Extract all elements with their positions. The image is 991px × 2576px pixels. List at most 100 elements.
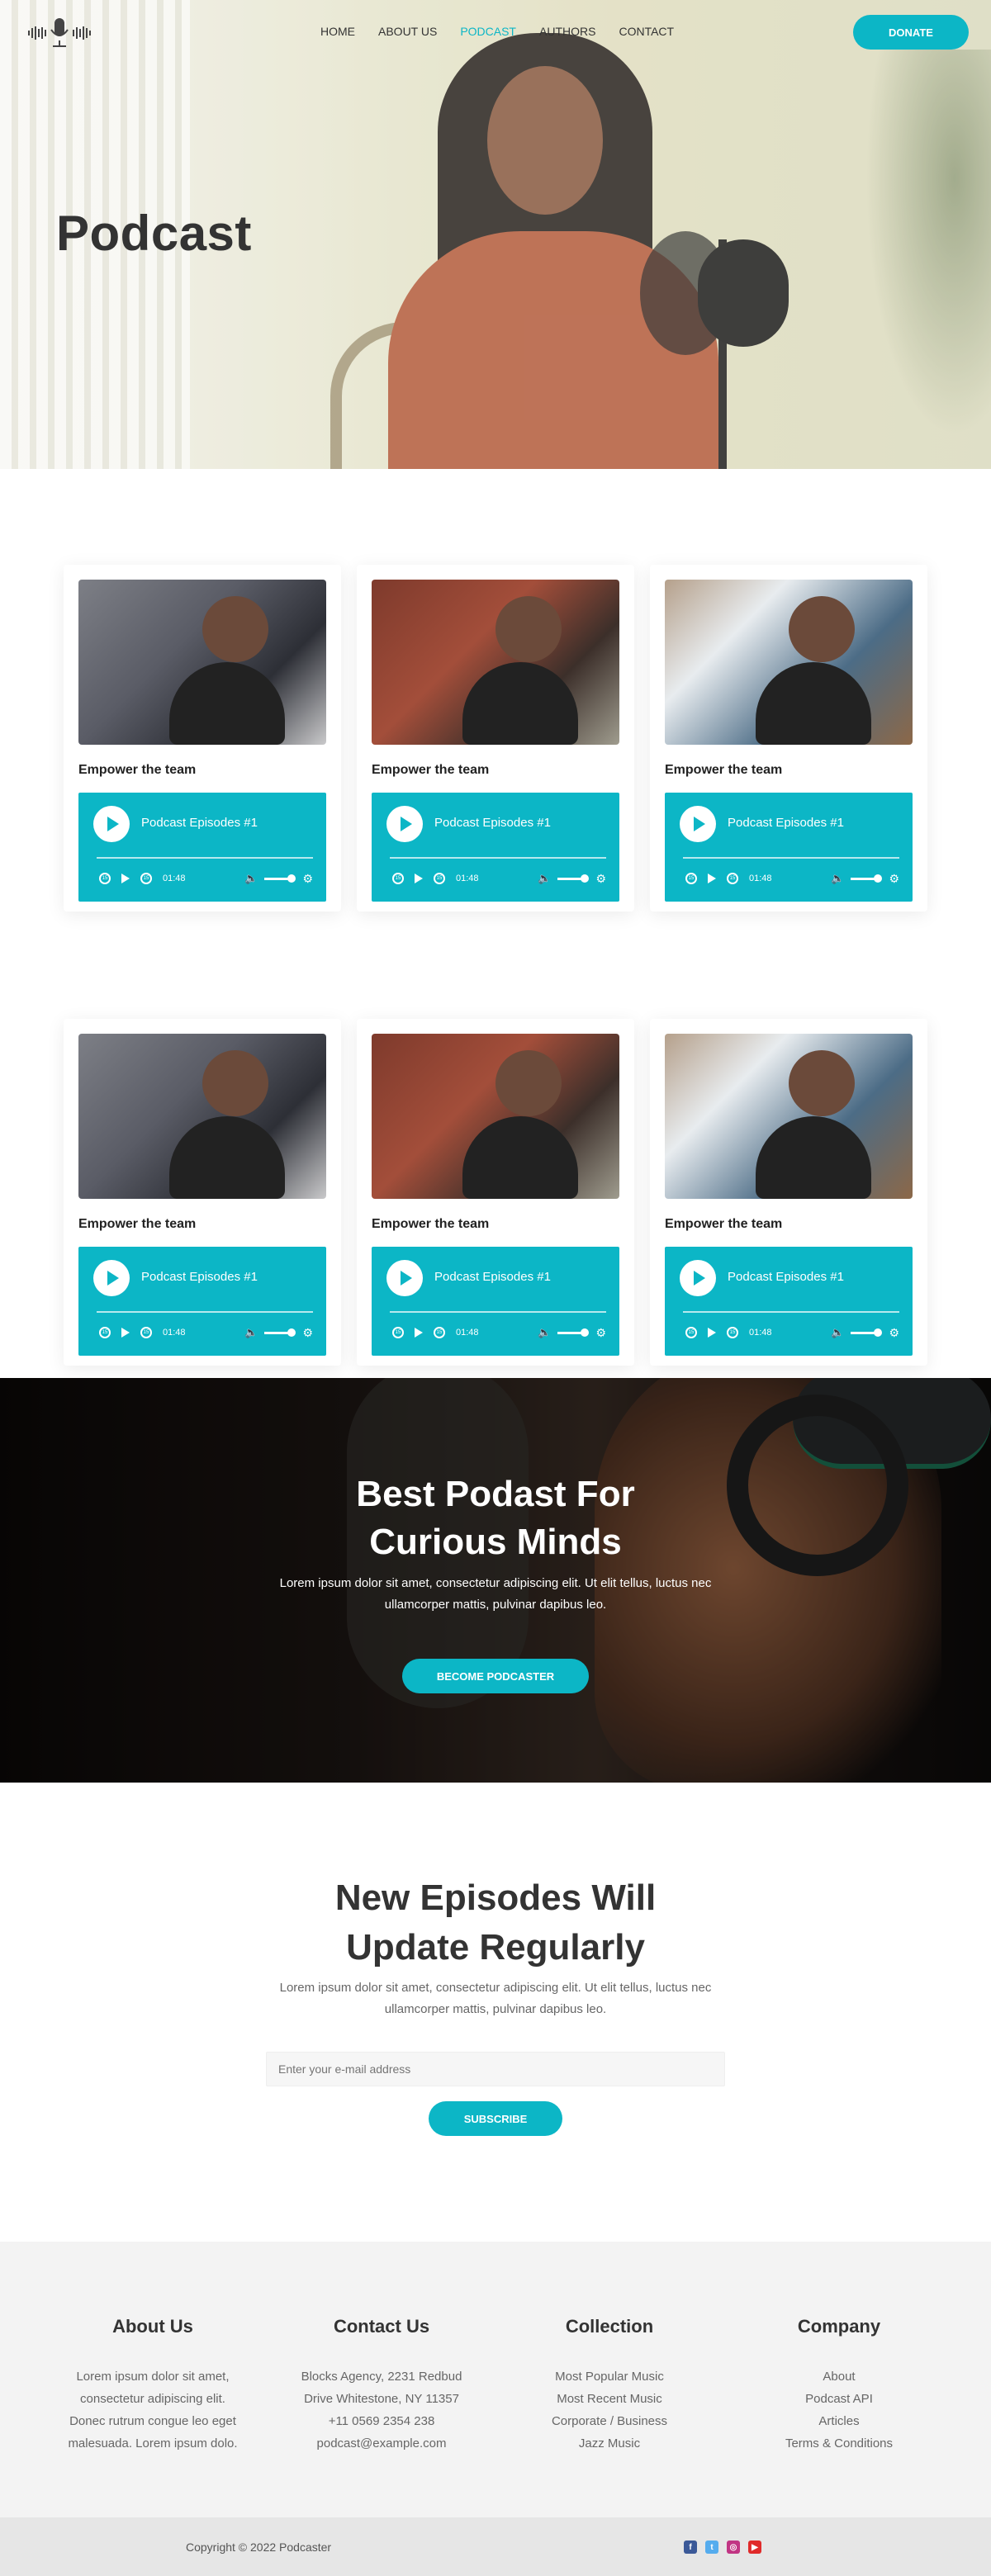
- youtube-icon[interactable]: ▶: [748, 2540, 761, 2554]
- nav-podcast[interactable]: PODCAST: [460, 25, 516, 38]
- gear-icon[interactable]: ⚙: [889, 1326, 899, 1340]
- progress-bar[interactable]: [683, 1311, 899, 1313]
- rewind-icon[interactable]: 15: [685, 1327, 697, 1338]
- nav-home[interactable]: HOME: [320, 25, 355, 38]
- copyright-text: Copyright © 2022 Podcaster: [186, 2540, 332, 2554]
- become-podcaster-button[interactable]: BECOME PODCASTER: [402, 1659, 589, 1693]
- gear-icon[interactable]: ⚙: [302, 872, 313, 886]
- volume-icon[interactable]: 🔈: [538, 1326, 551, 1339]
- episode-title[interactable]: Empower the team: [78, 1217, 196, 1232]
- episode-card: Empower the team Podcast Episodes #1 15 15 0…: [64, 1019, 341, 1366]
- instagram-icon[interactable]: ◎: [727, 2540, 740, 2554]
- footer-link[interactable]: Podcast API: [732, 2388, 946, 2410]
- footer-link[interactable]: Articles: [732, 2410, 946, 2432]
- episode-thumbnail[interactable]: [78, 1034, 326, 1199]
- promo-title: Best Podast For Curious Minds: [356, 1474, 635, 1562]
- episode-name: Podcast Episodes #1: [434, 816, 551, 830]
- episode-thumbnail[interactable]: [665, 580, 913, 745]
- time-readout: 01:48: [749, 874, 772, 883]
- forward-icon[interactable]: 15: [727, 873, 738, 884]
- episode-thumbnail[interactable]: [78, 580, 326, 745]
- volume-icon[interactable]: 🔈: [831, 872, 844, 885]
- play-button[interactable]: [93, 1260, 130, 1296]
- email-field[interactable]: [266, 2052, 725, 2086]
- footer-link[interactable]: Corporate / Business: [502, 2410, 717, 2432]
- logo-mic-icon[interactable]: [26, 17, 92, 50]
- footer-link[interactable]: Most Recent Music: [502, 2388, 717, 2410]
- progress-bar[interactable]: [97, 1311, 313, 1313]
- episode-name: Podcast Episodes #1: [728, 1270, 844, 1284]
- footer-link[interactable]: Terms & Conditions: [732, 2432, 946, 2455]
- episode-title[interactable]: Empower the team: [665, 1217, 782, 1232]
- footer-contact-phone: +11 0569 2354 238: [328, 2414, 435, 2428]
- nav-contact[interactable]: CONTACT: [619, 25, 674, 38]
- nav-authors[interactable]: AUTHORS: [539, 25, 595, 38]
- episode-title[interactable]: Empower the team: [78, 763, 196, 778]
- gear-icon[interactable]: ⚙: [595, 1326, 606, 1340]
- volume-icon[interactable]: 🔈: [244, 1326, 258, 1339]
- rewind-icon[interactable]: 15: [392, 873, 404, 884]
- volume-slider[interactable]: [557, 1328, 590, 1337]
- forward-icon[interactable]: 15: [727, 1327, 738, 1338]
- newsletter-text: Lorem ipsum dolor sit amet, consectetur …: [279, 1981, 712, 2016]
- donate-button[interactable]: DONATE: [853, 15, 969, 50]
- episode-title[interactable]: Empower the team: [372, 1217, 489, 1232]
- rewind-icon[interactable]: 15: [99, 1327, 111, 1338]
- time-readout: 01:48: [749, 1328, 772, 1338]
- episode-name: Podcast Episodes #1: [728, 816, 844, 830]
- play-button[interactable]: [386, 806, 423, 842]
- play-icon[interactable]: [415, 1328, 423, 1338]
- forward-icon[interactable]: 15: [434, 1327, 445, 1338]
- play-button[interactable]: [386, 1260, 423, 1296]
- hero-section: HOME ABOUT US PODCAST AUTHORS CONTACT DO…: [0, 0, 991, 469]
- forward-icon[interactable]: 15: [434, 873, 445, 884]
- episodes-section: Empower the team Podcast Episodes #1 15 15 0…: [0, 469, 991, 1378]
- progress-bar[interactable]: [390, 1311, 606, 1313]
- play-icon[interactable]: [708, 1328, 716, 1338]
- subscribe-button[interactable]: SUBSCRIBE: [429, 2101, 562, 2136]
- rewind-icon[interactable]: 15: [99, 873, 111, 884]
- nav-about-us[interactable]: ABOUT US: [378, 25, 437, 38]
- facebook-icon[interactable]: f: [684, 2540, 697, 2554]
- episode-thumbnail[interactable]: [372, 1034, 619, 1199]
- forward-icon[interactable]: 15: [140, 1327, 152, 1338]
- progress-bar[interactable]: [390, 857, 606, 859]
- progress-bar[interactable]: [683, 857, 899, 859]
- play-icon[interactable]: [415, 874, 423, 883]
- volume-icon[interactable]: 🔈: [831, 1326, 844, 1339]
- play-button[interactable]: [680, 1260, 716, 1296]
- play-button[interactable]: [680, 806, 716, 842]
- episode-thumbnail[interactable]: [665, 1034, 913, 1199]
- volume-slider[interactable]: [264, 874, 296, 883]
- play-button[interactable]: [93, 806, 130, 842]
- play-icon[interactable]: [121, 1328, 130, 1338]
- footer-collection: Collection Most Popular Music Most Recen…: [502, 2316, 717, 2455]
- player-controls: 15 15 01:48 🔈 ⚙: [97, 1323, 313, 1342]
- progress-bar[interactable]: [97, 857, 313, 859]
- footer-about-title: About Us: [112, 2316, 193, 2337]
- volume-slider[interactable]: [557, 874, 590, 883]
- footer-link[interactable]: Jazz Music: [502, 2432, 717, 2455]
- audio-player: Podcast Episodes #1 15 15 01:48 🔈 ⚙: [372, 793, 619, 902]
- forward-icon[interactable]: 15: [140, 873, 152, 884]
- rewind-icon[interactable]: 15: [392, 1327, 404, 1338]
- volume-slider[interactable]: [851, 874, 883, 883]
- play-icon[interactable]: [121, 874, 130, 883]
- play-icon[interactable]: [708, 874, 716, 883]
- gear-icon[interactable]: ⚙: [302, 1326, 313, 1340]
- rewind-icon[interactable]: 15: [685, 873, 697, 884]
- episode-thumbnail[interactable]: [372, 580, 619, 745]
- gear-icon[interactable]: ⚙: [889, 872, 899, 886]
- main-menu: HOME ABOUT US PODCAST AUTHORS CONTACT: [320, 25, 674, 38]
- volume-icon[interactable]: 🔈: [244, 872, 258, 885]
- twitter-icon[interactable]: t: [705, 2540, 718, 2554]
- episode-title[interactable]: Empower the team: [372, 763, 489, 778]
- volume-icon[interactable]: 🔈: [538, 872, 551, 885]
- volume-slider[interactable]: [264, 1328, 296, 1337]
- episode-title[interactable]: Empower the team: [665, 763, 782, 778]
- footer-link[interactable]: About: [732, 2365, 946, 2388]
- volume-slider[interactable]: [851, 1328, 883, 1337]
- footer-link[interactable]: Most Popular Music: [502, 2365, 717, 2388]
- footer-contact-email: podcast@example.com: [316, 2436, 447, 2451]
- gear-icon[interactable]: ⚙: [595, 872, 606, 886]
